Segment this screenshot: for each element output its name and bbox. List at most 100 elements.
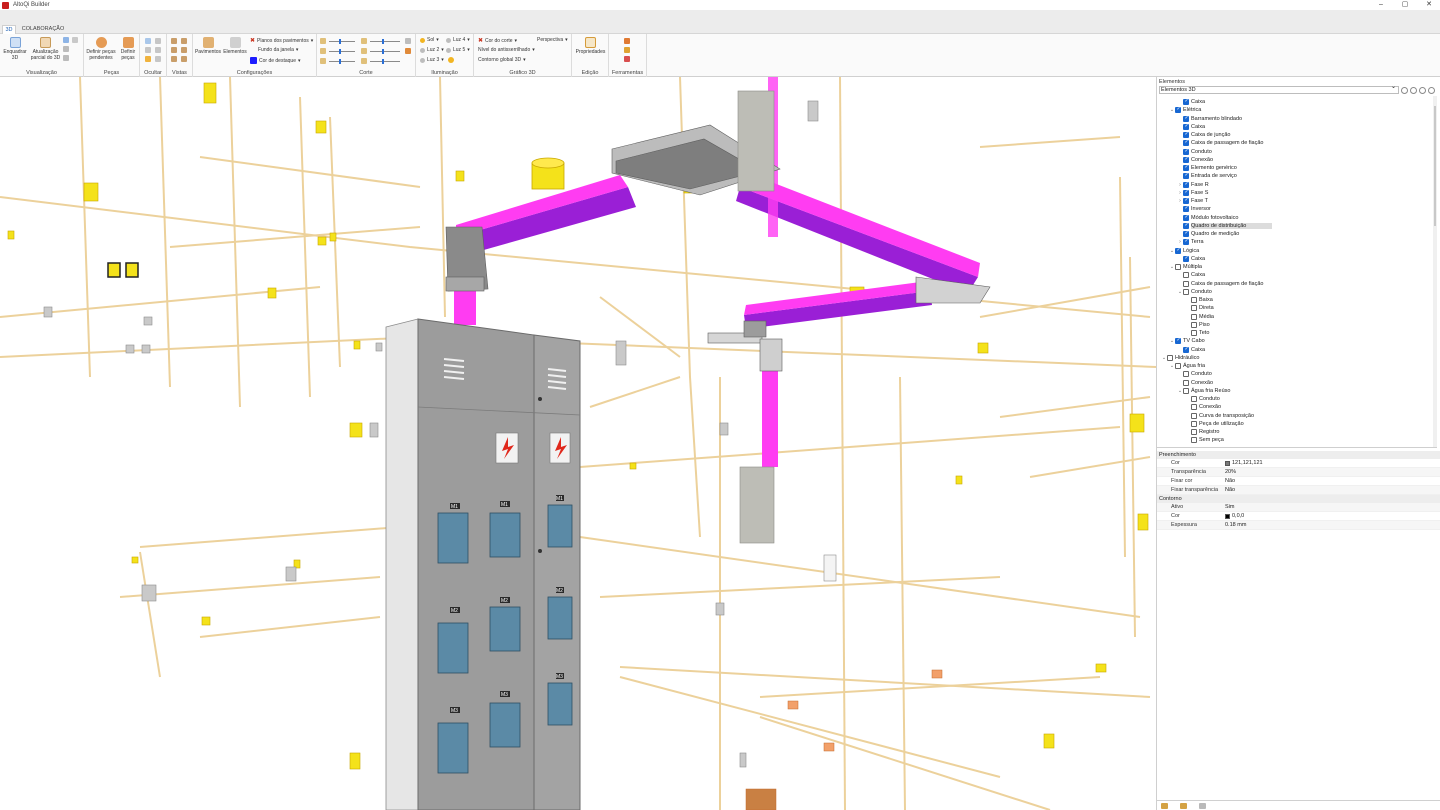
- tree-item[interactable]: Conexão: [1177, 379, 1213, 387]
- sol-dropdown[interactable]: Sol ▾: [420, 37, 439, 43]
- tree-item[interactable]: Conexão: [1177, 156, 1213, 164]
- light-settings-icon[interactable]: [448, 57, 454, 63]
- tree-checkbox[interactable]: [1191, 404, 1197, 411]
- tree-item[interactable]: ⌄ Água fria Reúso: [1177, 387, 1230, 395]
- tree-item[interactable]: Baixa: [1185, 296, 1213, 304]
- tree-checkbox[interactable]: [1183, 238, 1189, 246]
- property-row[interactable]: Espessura 0.18 mm: [1157, 521, 1440, 530]
- cut-y-slider[interactable]: [329, 49, 355, 54]
- tree-checkbox[interactable]: [1191, 313, 1197, 320]
- tree-item[interactable]: Caixa: [1177, 98, 1205, 106]
- property-value[interactable]: 121,121,121: [1223, 459, 1263, 467]
- tree-checkbox[interactable]: [1183, 189, 1189, 196]
- tree-checkbox[interactable]: [1183, 156, 1189, 163]
- tree-checkbox[interactable]: [1175, 106, 1181, 114]
- luz4-dropdown[interactable]: Luz 4 ▾: [446, 37, 470, 43]
- tree-checkbox[interactable]: [1183, 131, 1189, 138]
- tree-item[interactable]: Média: [1185, 313, 1214, 321]
- fundo-dropdown[interactable]: Fundo da janela ▾: [258, 47, 298, 53]
- view-image-icon[interactable]: [72, 37, 78, 43]
- tree-checkbox[interactable]: [1183, 346, 1189, 353]
- tree-checkbox[interactable]: [1191, 420, 1197, 427]
- view-iso-icon[interactable]: [181, 56, 187, 62]
- tree-checkbox[interactable]: [1183, 123, 1189, 130]
- property-value[interactable]: 0.18 mm: [1223, 521, 1246, 529]
- tree-checkbox[interactable]: [1191, 330, 1197, 336]
- property-row[interactable]: Cor 121,121,121: [1157, 459, 1440, 468]
- tree-item[interactable]: ⌄ Hidráulico: [1161, 354, 1199, 362]
- cut-box-icon[interactable]: [405, 38, 411, 44]
- tree-checkbox[interactable]: [1183, 98, 1189, 105]
- tree-checkbox[interactable]: [1183, 272, 1189, 279]
- close-button[interactable]: ✕: [1424, 0, 1434, 10]
- tree-item[interactable]: ⌄TV Cabo: [1169, 337, 1205, 345]
- tree-checkbox[interactable]: [1183, 197, 1189, 204]
- definir-pecas-button[interactable]: Definir peças: [117, 37, 139, 61]
- property-value[interactable]: Sim: [1223, 503, 1234, 511]
- tree-item[interactable]: Caixa: [1177, 123, 1205, 131]
- hide-others-icon[interactable]: [155, 38, 161, 44]
- tree-checkbox[interactable]: [1183, 139, 1189, 147]
- tab-colaboracao[interactable]: COLABORAÇÃO: [20, 25, 66, 34]
- cut-z2-slider[interactable]: [370, 59, 400, 64]
- tree-checkbox[interactable]: [1175, 363, 1181, 369]
- tree-item[interactable]: Conduto: [1185, 395, 1220, 403]
- planos-dropdown[interactable]: ✖ Planos dos pavimentos ▾: [250, 37, 313, 45]
- tree-checkbox[interactable]: [1183, 222, 1189, 229]
- tree-item[interactable]: Caixa: [1177, 346, 1205, 354]
- tree-checkbox[interactable]: [1191, 429, 1197, 435]
- antiserrilhado-dropdown[interactable]: Nível do antisserrilhado ▾: [478, 47, 535, 53]
- tree-checkbox[interactable]: [1167, 354, 1173, 361]
- tree-item[interactable]: Quadro de distribuição: [1177, 222, 1273, 230]
- tree-item[interactable]: Caixa: [1177, 271, 1205, 279]
- property-row[interactable]: Transparência 20%: [1157, 468, 1440, 477]
- view-right-icon[interactable]: [181, 47, 187, 53]
- tab-elements-icon[interactable]: [1161, 802, 1168, 809]
- property-section-header[interactable]: Contorno: [1157, 495, 1440, 503]
- tree-item[interactable]: ›Terra: [1177, 238, 1204, 246]
- luz2-dropdown[interactable]: Luz 2 ▾: [420, 47, 444, 53]
- property-section-header[interactable]: Preenchimento: [1157, 451, 1440, 459]
- tree-item[interactable]: Caixa de junção: [1177, 131, 1230, 139]
- tree-item[interactable]: Piso: [1185, 321, 1210, 329]
- tree-item[interactable]: ›Fase R: [1177, 181, 1209, 189]
- view-back-icon[interactable]: [181, 38, 187, 44]
- tree-scrollbar[interactable]: [1433, 96, 1437, 447]
- isolate-icon[interactable]: [145, 47, 151, 53]
- property-row[interactable]: Fixar cor Não: [1157, 477, 1440, 486]
- tree-item[interactable]: Conexão: [1185, 403, 1221, 411]
- property-row[interactable]: Cor 0,0,0: [1157, 512, 1440, 521]
- property-value[interactable]: Não: [1223, 477, 1235, 485]
- tree-checkbox[interactable]: [1183, 371, 1189, 378]
- tree-item[interactable]: Caixa de passagem de fiação: [1177, 280, 1263, 288]
- cut-x2-icon[interactable]: [361, 38, 367, 44]
- tree-item[interactable]: Entrada de serviço: [1177, 172, 1237, 180]
- property-value[interactable]: 20%: [1223, 468, 1236, 476]
- tree-item[interactable]: ⌄ Conduto: [1177, 288, 1212, 296]
- maximize-button[interactable]: ▢: [1400, 0, 1410, 10]
- cut-y2-icon[interactable]: [361, 48, 367, 54]
- property-value[interactable]: 0,0,0: [1223, 512, 1244, 520]
- reset-icon[interactable]: [1428, 87, 1435, 94]
- tree-item[interactable]: Inversor: [1177, 205, 1211, 213]
- cut-x2-slider[interactable]: [370, 39, 400, 44]
- tree-checkbox[interactable]: [1191, 305, 1197, 312]
- tree-item[interactable]: Conduto: [1177, 370, 1212, 378]
- show-all-icon[interactable]: [155, 56, 161, 62]
- tool-eraser-icon[interactable]: [624, 56, 630, 62]
- tree-checkbox[interactable]: [1191, 412, 1197, 419]
- tree-checkbox[interactable]: [1183, 181, 1189, 188]
- tree-item[interactable]: ⌄Lógica: [1169, 247, 1199, 255]
- tree-checkbox[interactable]: [1191, 297, 1197, 303]
- property-row[interactable]: Fixar transparência Não: [1157, 486, 1440, 495]
- perspectiva-dropdown[interactable]: Perspectiva ▾: [537, 37, 568, 43]
- tree-checkbox[interactable]: [1191, 396, 1197, 402]
- orbit-icon[interactable]: [63, 46, 69, 52]
- tree-checkbox[interactable]: [1191, 437, 1197, 444]
- tree-item[interactable]: Barramento blindado: [1177, 115, 1242, 123]
- tree-checkbox[interactable]: [1183, 115, 1189, 122]
- tree-item[interactable]: Sem peça: [1185, 436, 1224, 444]
- tree-item[interactable]: Teto: [1185, 329, 1209, 337]
- minimize-button[interactable]: –: [1376, 0, 1386, 10]
- property-value[interactable]: Não: [1223, 486, 1235, 494]
